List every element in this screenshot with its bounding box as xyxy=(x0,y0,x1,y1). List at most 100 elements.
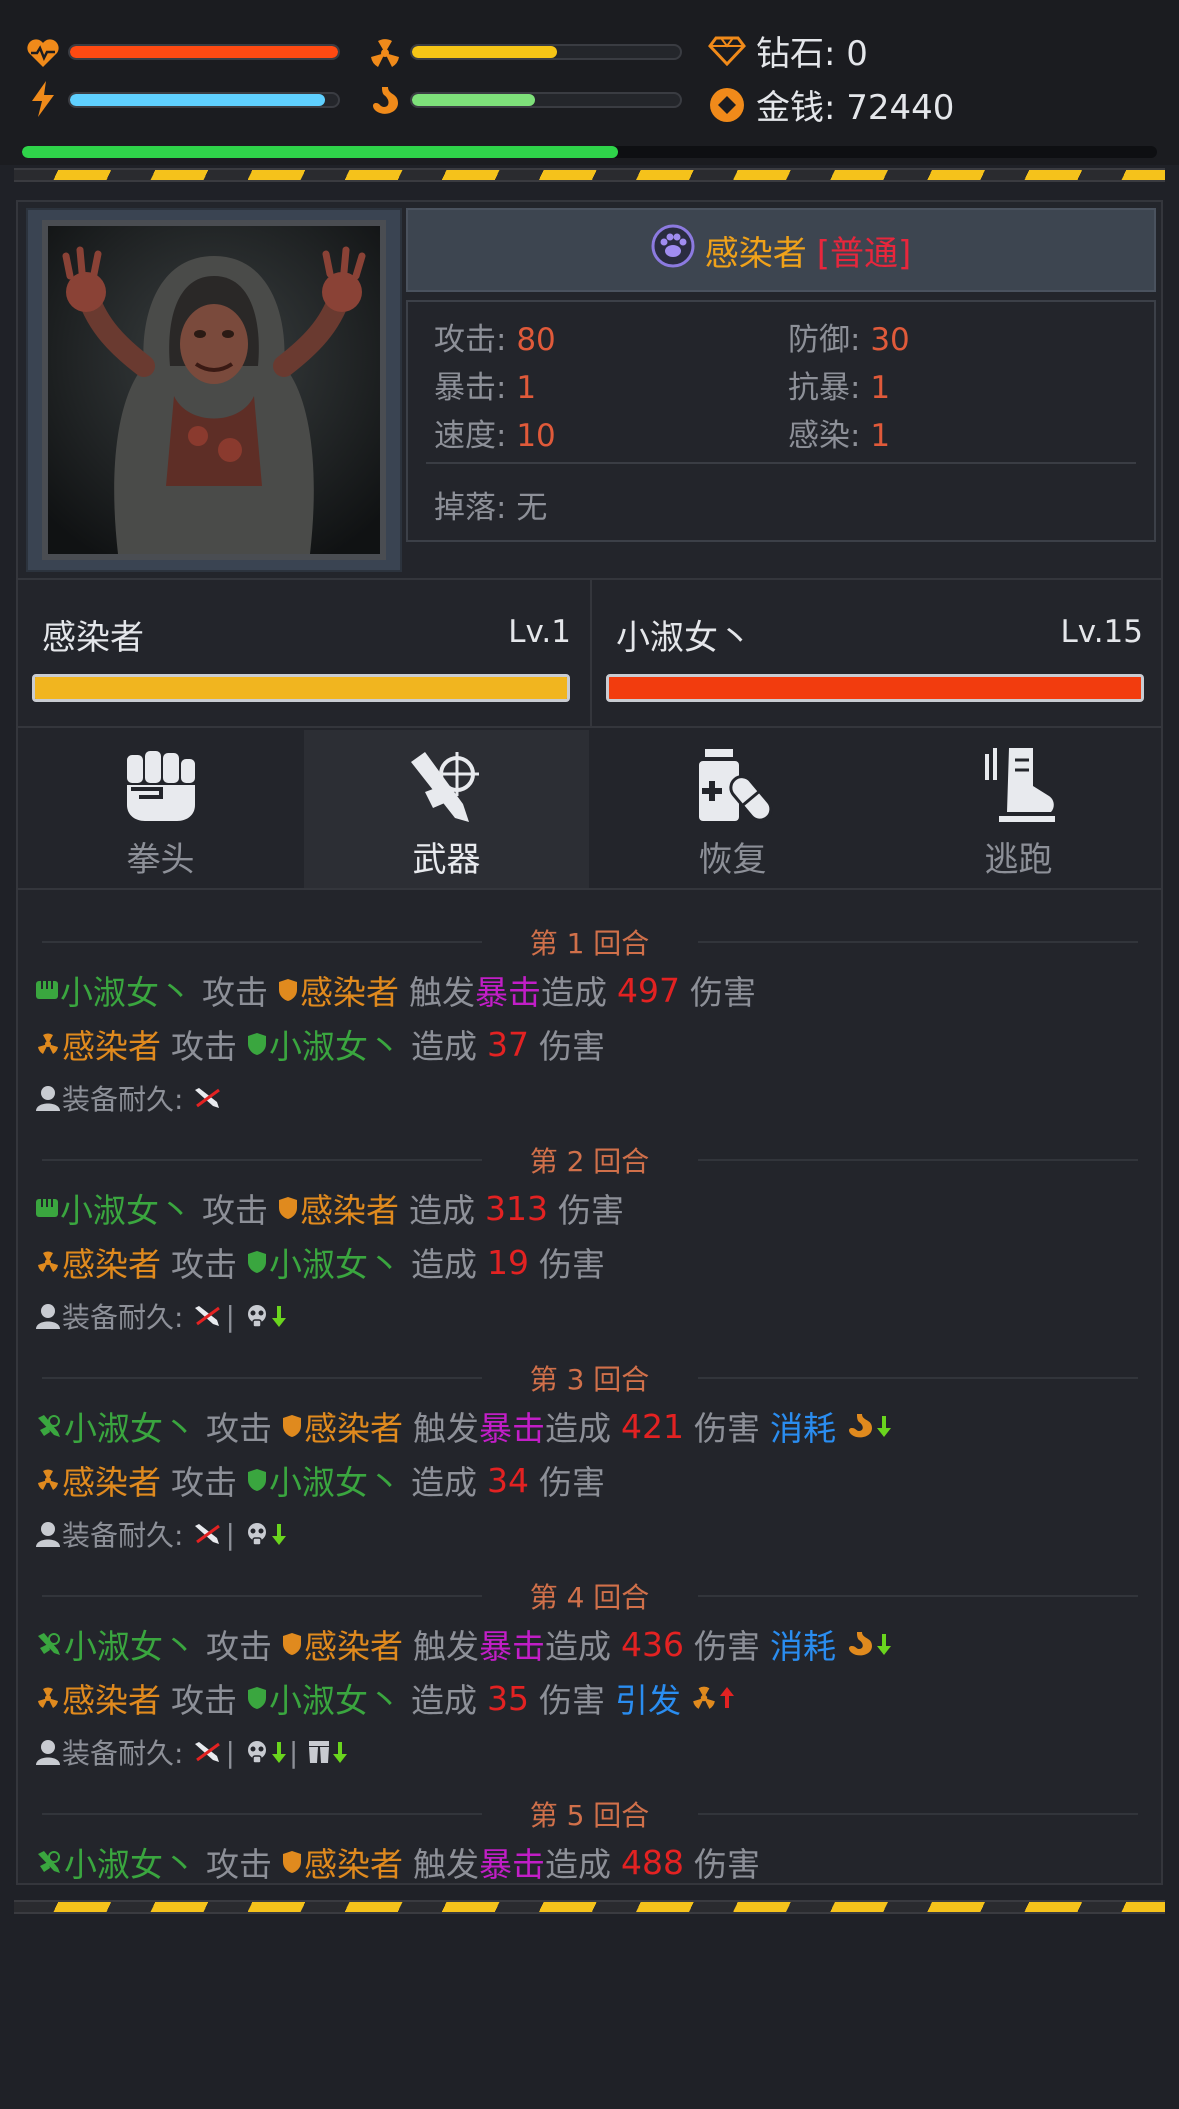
weapon-crosshair-icon xyxy=(402,744,492,828)
hunger-bar xyxy=(410,92,682,108)
fist-icon xyxy=(36,981,58,999)
round-header: 第 2 回合 xyxy=(18,1140,1161,1180)
experience-bar xyxy=(22,146,1157,158)
gas-mask-icon xyxy=(245,1740,269,1764)
experience-bar-fill xyxy=(22,146,618,158)
battle-log[interactable]: 第 1 回合 小淑女丶 攻击 感染者 触发 暴击 造成 497 伤害 感染者 攻击 小… xyxy=(18,892,1161,1882)
diamond-counter: 钻石: 0 xyxy=(708,26,868,75)
shield-icon xyxy=(282,1414,302,1438)
medkit-icon xyxy=(688,744,778,828)
log-line: 小淑女丶 攻击 感染者 触发 暴击 造成 488 伤害 xyxy=(36,1838,760,1882)
durability-line: 装备耐久: | | xyxy=(36,1728,350,1776)
fist-button[interactable]: 拳头 xyxy=(18,730,303,888)
user-icon xyxy=(36,1521,60,1547)
player-status: 小淑女丶 Lv.15 xyxy=(590,580,1161,726)
shield-icon xyxy=(247,1250,267,1274)
radiation-icon xyxy=(36,1250,60,1274)
diamond-label: 钻石: 0 xyxy=(756,34,868,74)
stat-speed: 速度: 10 xyxy=(434,418,556,454)
enemy-portrait-frame xyxy=(26,208,402,572)
enemy-status-name: 感染者 xyxy=(42,618,144,658)
hazard-stripe-top xyxy=(14,168,1165,182)
boot-icon xyxy=(974,744,1064,828)
pants-icon xyxy=(308,1740,330,1764)
gas-mask-icon xyxy=(245,1304,269,1328)
stats-divider xyxy=(426,462,1136,464)
money-counter: 金钱: 72440 xyxy=(708,80,954,129)
round-header: 第 5 回合 xyxy=(18,1794,1161,1834)
arrow-down-icon xyxy=(271,1740,287,1764)
broken-weapon-icon xyxy=(193,1740,223,1764)
arrow-down-icon xyxy=(271,1522,287,1546)
arrow-down-icon xyxy=(271,1304,287,1328)
arrow-down-icon xyxy=(876,1414,892,1438)
weapon-icon xyxy=(36,1632,62,1656)
log-line: 小淑女丶 攻击 感染者 触发 暴击 造成 421 伤害 消耗 xyxy=(36,1402,894,1450)
player-hp-bar xyxy=(606,674,1144,702)
broken-weapon-icon xyxy=(193,1304,223,1328)
stat-infection: 感染: 1 xyxy=(788,418,891,454)
radiation-icon xyxy=(368,36,402,70)
log-line: 感染者 攻击 小淑女丶 造成 19 伤害 xyxy=(36,1238,605,1286)
weapon-icon xyxy=(36,1414,62,1438)
enemy-portrait xyxy=(42,220,386,560)
shield-icon xyxy=(282,1850,302,1874)
arrow-down-icon xyxy=(876,1632,892,1656)
action-bar: 拳头 武器 恢复 逃跑 xyxy=(18,730,1161,890)
arrow-up-icon xyxy=(719,1686,735,1710)
money-label: 金钱: 72440 xyxy=(756,88,955,128)
shield-icon xyxy=(282,1632,302,1656)
log-line: 小淑女丶 攻击 感染者 触发 暴击 造成 436 伤害 消耗 xyxy=(36,1620,894,1668)
user-icon xyxy=(36,1085,60,1111)
fist-icon xyxy=(116,744,206,828)
stat-attack: 攻击: 80 xyxy=(434,322,556,358)
recover-button[interactable]: 恢复 xyxy=(590,730,875,888)
durability-line: 装备耐久: xyxy=(36,1074,225,1122)
enemy-hp-bar xyxy=(32,674,570,702)
user-icon xyxy=(36,1303,60,1329)
arrow-down-icon xyxy=(332,1740,348,1764)
energy-bar-fill xyxy=(70,94,325,106)
weapon-button[interactable]: 武器 xyxy=(304,730,589,888)
radiation-bar xyxy=(410,44,682,60)
stat-crit-resist: 抗暴: 1 xyxy=(788,370,891,406)
enemy-name: 感染者 xyxy=(704,233,807,274)
shield-icon xyxy=(278,1196,298,1220)
broken-weapon-icon xyxy=(193,1086,223,1110)
flee-button[interactable]: 逃跑 xyxy=(876,730,1161,888)
player-hp-fill xyxy=(609,677,1141,699)
stomach-icon xyxy=(846,1413,874,1439)
weapon-icon xyxy=(36,1850,62,1874)
stat-drop: 掉落: 无 xyxy=(434,490,548,526)
combatants-row: 感染者 Lv.1 小淑女丶 Lv.15 xyxy=(18,578,1161,728)
shield-icon xyxy=(247,1686,267,1710)
radiation-icon xyxy=(36,1686,60,1710)
enemy-status-level: Lv.1 xyxy=(508,614,571,650)
stomach-icon xyxy=(368,84,402,118)
enemy-hp-fill xyxy=(35,677,567,699)
player-status-level: Lv.15 xyxy=(1060,614,1143,650)
heart-icon xyxy=(26,36,60,70)
diamond-icon xyxy=(708,32,746,70)
round-header: 第 3 回合 xyxy=(18,1358,1161,1398)
log-line: 感染者 攻击 小淑女丶 造成 35 伤害 引发 xyxy=(36,1674,737,1722)
energy-bar xyxy=(68,92,340,108)
radiation-icon xyxy=(36,1468,60,1492)
enemy-rank: [普通] xyxy=(816,233,912,274)
shield-icon xyxy=(247,1468,267,1492)
status-header: 钻石: 0 金钱: 72440 xyxy=(0,0,1179,165)
log-line: 小淑女丶 攻击 感染者 触发 暴击 造成 497 伤害 xyxy=(36,966,756,1014)
radiation-icon xyxy=(36,1032,60,1056)
hazard-stripe-bottom xyxy=(14,1900,1165,1914)
stomach-icon xyxy=(846,1631,874,1657)
shield-icon xyxy=(278,978,298,1002)
lightning-icon xyxy=(26,81,60,117)
hunger-bar-fill xyxy=(412,94,536,106)
stat-crit: 暴击: 1 xyxy=(434,370,537,406)
round-header: 第 4 回合 xyxy=(18,1576,1161,1616)
enemy-stats: 攻击: 80 防御: 30 暴击: 1 抗暴: 1 速度: 10 感染: 1 掉… xyxy=(406,300,1156,542)
health-bar xyxy=(68,44,340,60)
shield-icon xyxy=(247,1032,267,1056)
user-icon xyxy=(36,1739,60,1765)
battle-panel: 感染者 [普通] 攻击: 80 防御: 30 暴击: 1 抗暴: 1 速度: 1… xyxy=(16,200,1163,1885)
